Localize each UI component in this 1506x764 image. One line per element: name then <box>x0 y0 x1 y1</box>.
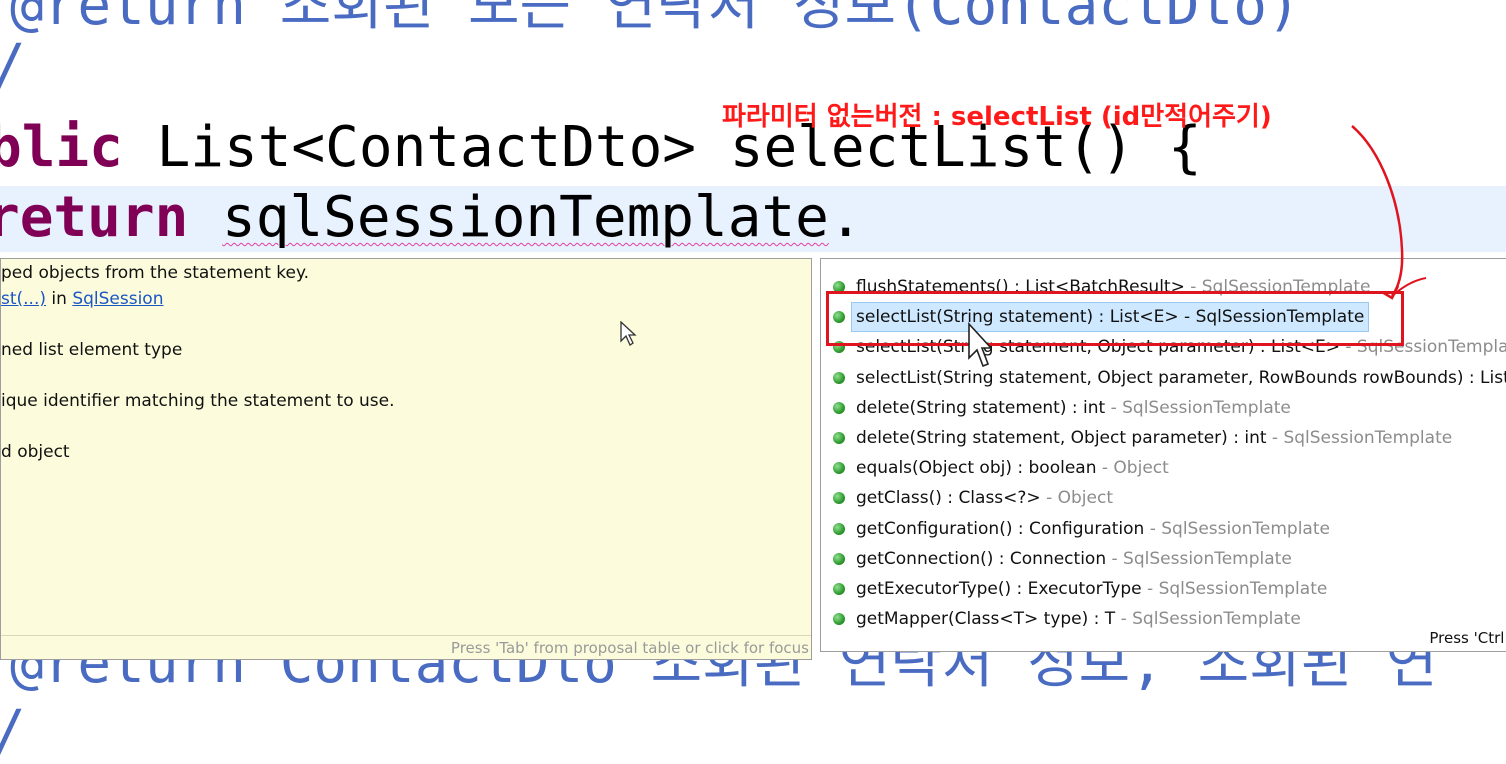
proposal-item[interactable]: getExecutorType() : ExecutorType - SqlSe… <box>821 575 1506 603</box>
proposal-signature: getMapper(Class<T> type) : T - SqlSessio… <box>856 609 1301 630</box>
proposal-item[interactable]: getMapper(Class<T> type) : T - SqlSessio… <box>821 605 1506 633</box>
proposal-signature: delete(String statement, Object paramete… <box>856 428 1453 448</box>
sql-session-template-ref: sqlSessionTemplate <box>222 185 829 250</box>
proposal-signature: equals(Object obj) : boolean - Object <box>856 458 1169 479</box>
public-method-icon <box>833 401 845 414</box>
doc-in-text: in <box>46 289 73 309</box>
handwritten-annotation: 파라미터 없는버전 : selectList (id만적어주기) <box>722 102 1272 132</box>
text-cursor-arrow-icon <box>968 322 992 368</box>
doc-popup-status: Press 'Tab' from proposal table or click… <box>1 635 811 659</box>
doc-specified-by-line: st(...) in SqlSession <box>1 289 163 309</box>
proposal-signature: selectList(String statement, Object para… <box>856 367 1506 388</box>
proposal-signature: getClass() : Class<?> - Object <box>856 488 1113 509</box>
public-method-icon <box>833 552 845 565</box>
proposal-signature: getConfiguration() : Configuration - Sql… <box>856 518 1330 539</box>
doc-sqlsession-link[interactable]: SqlSession <box>72 289 163 309</box>
proposal-item[interactable]: delete(String statement, Object paramete… <box>821 424 1506 452</box>
proposal-signature: delete(String statement) : int - SqlSess… <box>856 397 1291 418</box>
doc-description-line: ped objects from the statement key. <box>1 263 310 283</box>
public-method-icon <box>833 522 845 535</box>
doc-param-line: ique identifier matching the statement t… <box>1 391 395 411</box>
proposal-signature: getConnection() : Connection - SqlSessio… <box>856 548 1292 569</box>
return-space <box>188 185 222 250</box>
javadoc-return-line-top: @return 조회된 모든 연락처 정보(ContactDto) <box>10 0 1301 38</box>
proposal-declaring-type: - SqlSessionTemplate <box>1144 518 1330 539</box>
proposal-declaring-type: - Object <box>1040 488 1113 509</box>
javadoc-end-line-2: / <box>0 700 26 764</box>
public-method-icon <box>833 613 845 626</box>
public-method-icon <box>833 432 845 444</box>
proposal-item[interactable]: getConfiguration() : Configuration - Sql… <box>821 515 1506 543</box>
proposal-item[interactable]: delete(String statement) : int - SqlSess… <box>821 394 1506 422</box>
return-statement-line[interactable]: return sqlSessionTemplate. <box>0 186 863 250</box>
proposal-declaring-type: - SqlSessionTemplate <box>1141 579 1328 599</box>
proposal-declaring-type: - SqlSessionTemplate <box>1115 609 1301 630</box>
proposal-item[interactable]: getClass() : Class<?> - Object <box>821 484 1506 512</box>
public-method-icon <box>833 492 845 505</box>
public-keyword-fragment: blic <box>0 115 123 180</box>
proposal-item[interactable]: selectList(String statement, Object para… <box>821 364 1506 392</box>
annotation-highlight-box <box>826 291 1404 346</box>
proposal-signature: getExecutorType() : ExecutorType - SqlSe… <box>856 579 1328 599</box>
proposal-declaring-type: - Object <box>1096 458 1169 479</box>
proposal-declaring-type: - SqlSessionTemplate <box>1266 428 1453 448</box>
proposal-declaring-type: - SqlSessionTemplate <box>1105 397 1291 418</box>
proposal-status-hint: Press 'Ctrl+ <box>1429 629 1506 647</box>
public-method-icon <box>833 462 845 475</box>
proposal-declaring-type: - SqlSessionTemplate <box>1106 548 1292 569</box>
doc-method-link[interactable]: st(...) <box>1 289 46 309</box>
public-method-icon <box>833 371 845 384</box>
public-method-icon <box>833 583 845 595</box>
doc-returns-line: d object <box>1 442 70 462</box>
member-access-dot: . <box>828 185 863 250</box>
doc-type-param-line: ned list element type <box>1 340 183 360</box>
proposal-item[interactable]: equals(Object obj) : boolean - Object <box>821 454 1506 482</box>
javadoc-end-line: / <box>0 34 26 98</box>
return-keyword: return <box>0 185 189 250</box>
mouse-pointer-icon <box>620 321 637 346</box>
proposal-item[interactable]: getConnection() : Connection - SqlSessio… <box>821 545 1506 573</box>
javadoc-hover-popup[interactable]: ped objects from the statement key. st(.… <box>0 258 812 660</box>
